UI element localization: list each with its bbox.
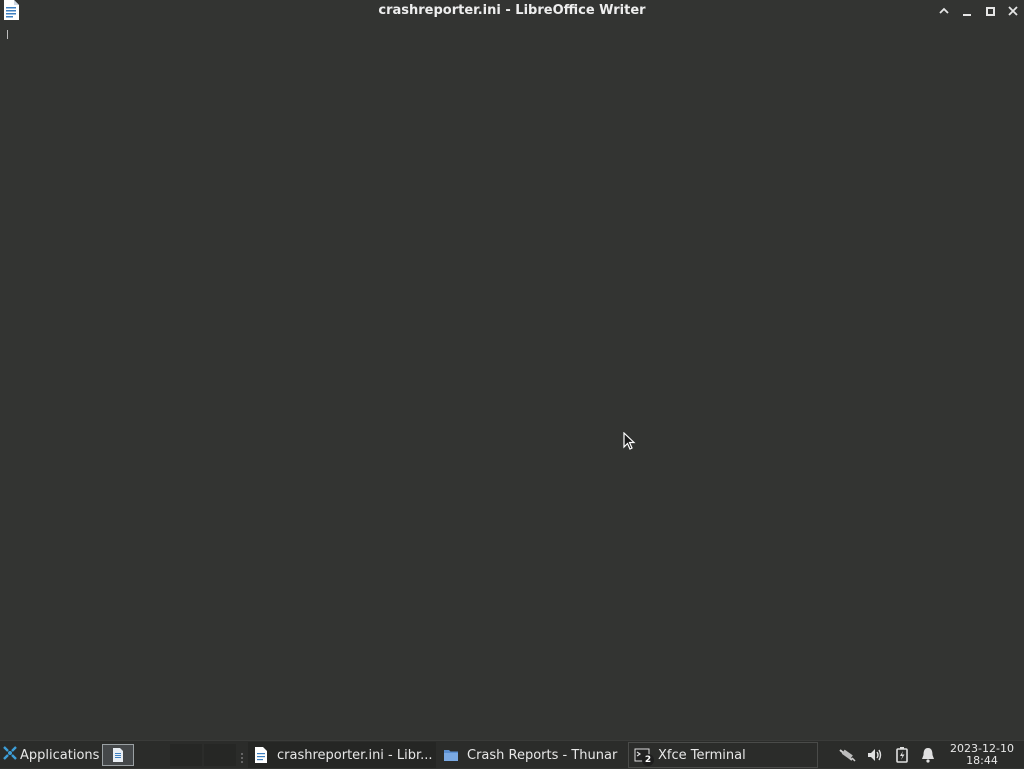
- workspace-3-button[interactable]: [170, 744, 202, 766]
- clock-time: 18:44: [966, 754, 998, 767]
- workspace-2-button[interactable]: [137, 744, 169, 766]
- network-icon[interactable]: [838, 747, 856, 763]
- task-terminal-label: Xfce Terminal: [658, 747, 746, 763]
- terminal-count-badge: 2: [642, 754, 654, 766]
- task-writer-label: crashreporter.ini - Libr...: [277, 747, 433, 763]
- clock[interactable]: 2023-12-10 18:44: [945, 743, 1019, 767]
- writer-doc-icon: [253, 747, 269, 763]
- workspace-1-button[interactable]: [102, 744, 134, 766]
- restore-icon[interactable]: [978, 0, 1001, 22]
- workspace-4-button[interactable]: [204, 744, 236, 766]
- window-titlebar[interactable]: crashreporter.ini - LibreOffice Writer: [0, 0, 1024, 22]
- folder-icon: [443, 747, 459, 763]
- text-caret: [7, 30, 8, 39]
- task-writer[interactable]: crashreporter.ini - Libr...: [248, 742, 436, 768]
- taskbar: Applications crashreporter.ini - Libr...…: [0, 740, 1024, 768]
- task-terminal[interactable]: 2 Xfce Terminal: [628, 742, 818, 768]
- document-area[interactable]: [0, 22, 1024, 740]
- window-title: crashreporter.ini - LibreOffice Writer: [378, 3, 646, 18]
- applications-label: Applications: [20, 747, 100, 763]
- xfce-logo-icon: [3, 746, 17, 764]
- maximize-up-icon[interactable]: [932, 0, 955, 22]
- battery-icon[interactable]: [893, 747, 911, 763]
- task-thunar-label: Crash Reports - Thunar: [467, 747, 618, 763]
- writer-mini-icon: [113, 748, 123, 762]
- minimize-icon[interactable]: [955, 0, 978, 22]
- panel-handle[interactable]: [240, 749, 244, 763]
- task-thunar[interactable]: Crash Reports - Thunar: [438, 742, 626, 768]
- notification-bell-icon[interactable]: [919, 747, 937, 763]
- volume-icon[interactable]: [866, 747, 884, 763]
- applications-menu-button[interactable]: Applications: [0, 741, 102, 769]
- window-controls: [932, 0, 1024, 22]
- close-icon[interactable]: [1001, 0, 1024, 22]
- mouse-pointer-icon: [623, 431, 637, 452]
- terminal-icon: 2: [634, 747, 654, 766]
